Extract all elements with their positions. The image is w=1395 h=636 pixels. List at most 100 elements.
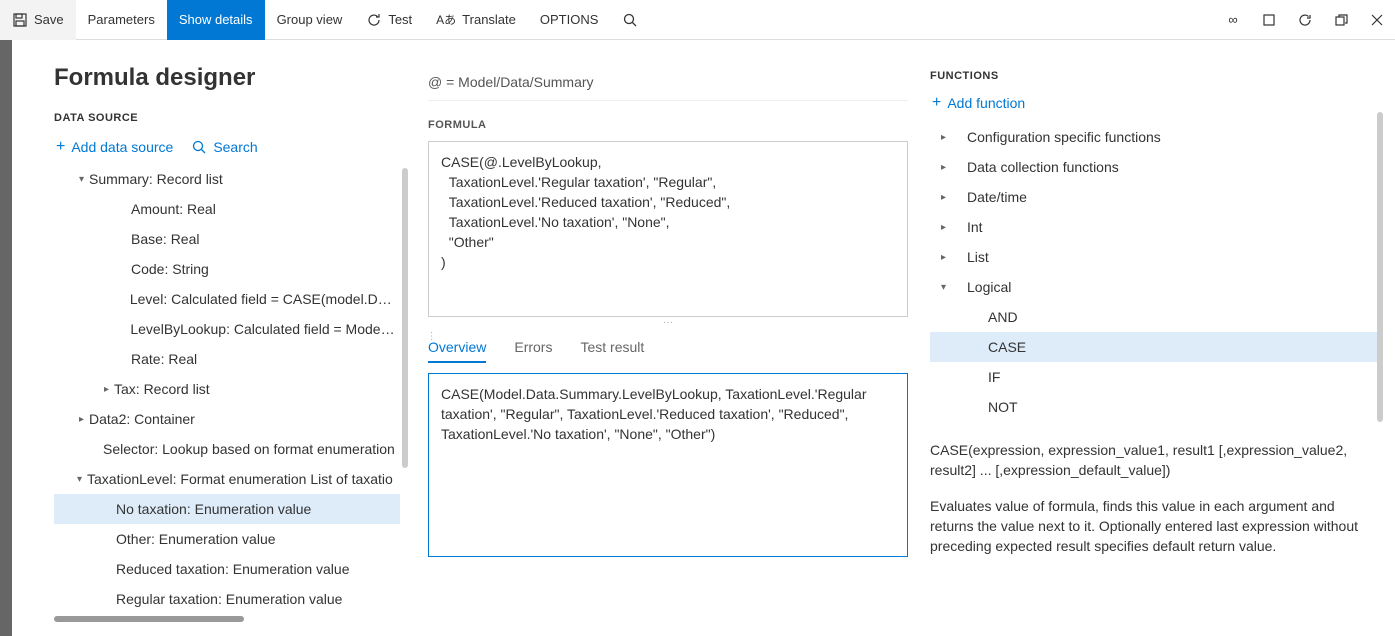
chevron-right-icon[interactable]: ▸: [74, 414, 89, 425]
function-item[interactable]: NOT: [930, 392, 1379, 422]
toolbar-close-icon[interactable]: [1359, 0, 1395, 40]
chevron-down-icon[interactable]: ▾: [936, 282, 951, 293]
parameters-button[interactable]: Parameters: [76, 0, 167, 40]
test-button[interactable]: Test: [354, 0, 424, 40]
function-item[interactable]: AND: [930, 302, 1379, 332]
function-item-label: List: [967, 249, 989, 265]
chevron-down-icon[interactable]: ▾: [74, 174, 89, 185]
tree-item-label: Tax: Record list: [114, 381, 210, 397]
page-title: Formula designer: [54, 64, 400, 92]
group-view-button[interactable]: Group view: [265, 0, 355, 40]
search-icon: [622, 12, 638, 28]
function-item[interactable]: ▸ List: [930, 242, 1379, 272]
tree-item[interactable]: Rate: Real: [54, 344, 400, 374]
tree-hscrollbar[interactable]: [54, 616, 244, 622]
function-item[interactable]: ▸ Configuration specific functions: [930, 122, 1379, 152]
add-data-source-button[interactable]: + Add data source: [56, 138, 173, 156]
function-item[interactable]: ▾ Logical: [930, 272, 1379, 302]
show-details-label: Show details: [179, 12, 253, 27]
save-icon: [12, 12, 28, 28]
toolbar-office-icon[interactable]: [1251, 0, 1287, 40]
tree-item-label: Amount: Real: [131, 201, 216, 217]
translate-label: Translate: [462, 12, 516, 27]
tab-errors[interactable]: Errors: [514, 333, 552, 363]
tree-item[interactable]: Reduced taxation: Enumeration value: [54, 554, 400, 584]
function-item-label: IF: [988, 369, 1000, 385]
options-button[interactable]: OPTIONS: [528, 0, 611, 40]
left-panel: Formula designer DATA SOURCE + Add data …: [12, 40, 422, 636]
tree-item[interactable]: ▸Data2: Container: [54, 404, 400, 434]
chevron-down-icon[interactable]: ▾: [72, 474, 87, 485]
function-item-label: NOT: [988, 399, 1018, 415]
tree-item-label: Data2: Container: [89, 411, 195, 427]
search-button[interactable]: Search: [191, 138, 257, 156]
function-item[interactable]: IF: [930, 362, 1379, 392]
translate-button[interactable]: Aあ Translate: [424, 0, 528, 40]
add-data-source-label: Add data source: [71, 139, 173, 155]
tree-item-label: Rate: Real: [131, 351, 197, 367]
resize-handle-h[interactable]: ···: [428, 317, 908, 331]
tree-vscrollbar[interactable]: [402, 168, 408, 468]
toolbar: Save Parameters Show details Group view …: [0, 0, 1395, 40]
tree-item-label: Level: Calculated field = CASE(model.Dat…: [130, 291, 396, 307]
function-item-label: CASE: [988, 339, 1026, 355]
functions-tree: ▸ Configuration specific functions ▸Data c…: [930, 122, 1379, 422]
translate-icon: Aあ: [436, 11, 456, 28]
toolbar-popout-icon[interactable]: [1323, 0, 1359, 40]
function-item[interactable]: ▸ Int: [930, 212, 1379, 242]
save-button[interactable]: Save: [0, 0, 76, 40]
func-vscrollbar[interactable]: [1377, 112, 1383, 422]
tree-item-label: Regular taxation: Enumeration value: [116, 591, 342, 607]
data-source-label: DATA SOURCE: [54, 112, 400, 124]
add-function-label: Add function: [947, 95, 1025, 111]
test-label: Test: [388, 12, 412, 27]
formula-editor[interactable]: CASE(@.LevelByLookup, TaxationLevel.'Reg…: [428, 141, 908, 317]
tree-item[interactable]: ▾TaxationLevel: Format enumeration List …: [54, 464, 400, 494]
close-icon: [1369, 12, 1385, 28]
function-item[interactable]: ▸ Date/time: [930, 182, 1379, 212]
center-panel: @ = Model/Data/Summary FORMULA CASE(@.Le…: [422, 40, 920, 636]
group-view-label: Group view: [277, 12, 343, 27]
chevron-right-icon[interactable]: ▸: [99, 384, 114, 395]
context-path: @ = Model/Data/Summary: [428, 70, 908, 101]
tab-overview[interactable]: Overview: [428, 333, 486, 363]
function-item[interactable]: CASE: [930, 332, 1379, 362]
function-item-label: Date/time: [967, 189, 1027, 205]
tree-item-label: LevelByLookup: Calculated field = Model.…: [130, 321, 396, 337]
chevron-right-icon[interactable]: ▸: [936, 222, 951, 233]
tree-item[interactable]: No taxation: Enumeration value: [54, 494, 400, 524]
tree-item[interactable]: Other: Enumeration value: [54, 524, 400, 554]
toolbar-search-button[interactable]: [610, 0, 650, 40]
tree-item[interactable]: ▾Summary: Record list: [54, 164, 400, 194]
chevron-right-icon[interactable]: ▸: [936, 192, 951, 203]
plus-icon: +: [932, 94, 941, 112]
add-function-button[interactable]: + Add function: [932, 94, 1025, 112]
left-collapse-handle[interactable]: [0, 40, 12, 636]
tree-item[interactable]: Regular taxation: Enumeration value: [54, 584, 400, 614]
overview-output: CASE(Model.Data.Summary.LevelByLookup, T…: [428, 373, 908, 557]
tree-item[interactable]: Level: Calculated field = CASE(model.Dat…: [54, 284, 400, 314]
chevron-right-icon[interactable]: ▸: [936, 252, 951, 263]
show-details-button[interactable]: Show details: [167, 0, 265, 40]
function-item[interactable]: ▸Data collection functions: [930, 152, 1379, 182]
function-item-label: Logical: [967, 279, 1011, 295]
tree-item[interactable]: ▸Tax: Record list: [54, 374, 400, 404]
toolbar-refresh-icon[interactable]: [1287, 0, 1323, 40]
options-label: OPTIONS: [540, 12, 599, 27]
tree-item-label: Code: String: [131, 261, 209, 277]
tree-item[interactable]: Amount: Real: [54, 194, 400, 224]
toolbar-link-icon[interactable]: ∞: [1215, 0, 1251, 40]
tree-item-label: Reduced taxation: Enumeration value: [116, 561, 349, 577]
tree-item[interactable]: Code: String: [54, 254, 400, 284]
chevron-right-icon[interactable]: ▸: [936, 132, 951, 143]
function-item-label: Configuration specific functions: [967, 129, 1161, 145]
tree-item[interactable]: Base: Real: [54, 224, 400, 254]
save-label: Save: [34, 12, 64, 27]
tab-test-result[interactable]: Test result: [580, 333, 644, 363]
tree-item[interactable]: LevelByLookup: Calculated field = Model.…: [54, 314, 400, 344]
function-item-label: Int: [967, 219, 983, 235]
refresh-icon: [366, 12, 382, 28]
tree-item[interactable]: Selector: Lookup based on format enumera…: [54, 434, 400, 464]
chevron-right-icon[interactable]: ▸: [936, 162, 951, 173]
data-source-tree: ▾Summary: Record list Amount: Real Base: R…: [54, 164, 400, 614]
